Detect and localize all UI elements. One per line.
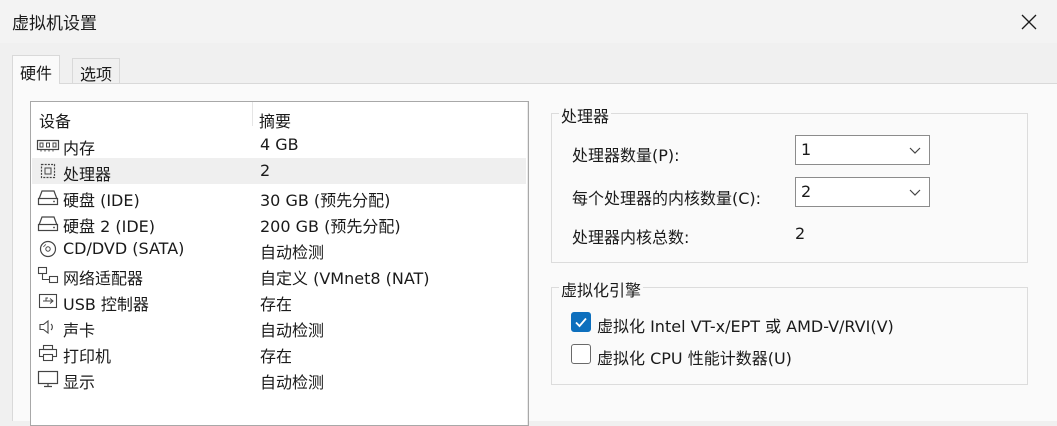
tab-strip: 硬件 选项: [0, 43, 1057, 84]
device-name: 显示: [63, 373, 96, 392]
printer-icon: [38, 344, 58, 362]
cd-dvd-icon: [39, 240, 57, 258]
chevron-down-icon: [909, 147, 921, 154]
hard-disk-icon: [37, 190, 59, 206]
display-icon: [37, 370, 59, 388]
close-icon: [1021, 14, 1037, 29]
sound-icon: [39, 319, 53, 335]
total-cores-value: 2: [795, 224, 806, 243]
cores-per-processor-value: 2: [801, 182, 812, 201]
device-name: 处理器: [63, 165, 112, 184]
cores-per-processor-label: 每个处理器的内核数量(C):: [572, 189, 762, 208]
device-row-hard-disk-2[interactable]: 硬盘 2 (IDE) 200 GB (预先分配): [32, 210, 526, 236]
device-summary: 存在: [260, 347, 293, 366]
processor-icon: [40, 163, 56, 179]
device-name: 网络适配器: [63, 269, 144, 288]
device-name: 硬盘 2 (IDE): [63, 217, 155, 236]
processor-count-select[interactable]: 1: [795, 135, 930, 165]
memory-icon: [36, 139, 60, 152]
total-cores-label: 处理器内核总数:: [572, 228, 690, 247]
hard-disk-icon: [37, 216, 59, 232]
device-row-printer[interactable]: 打印机 存在: [32, 340, 526, 366]
device-row-processor[interactable]: 处理器 2: [32, 158, 526, 184]
chevron-down-icon: [909, 189, 921, 196]
device-name: USB 控制器: [63, 295, 149, 314]
device-row-display[interactable]: 显示 自动检测: [32, 366, 526, 392]
device-summary: 30 GB (预先分配): [260, 191, 391, 210]
device-row-sound-card[interactable]: 声卡 自动检测: [32, 314, 526, 340]
cores-per-processor-select[interactable]: 2: [795, 177, 930, 207]
cpu-perf-counter-checkbox[interactable]: [571, 344, 591, 364]
device-summary: 自动检测: [260, 373, 325, 392]
processor-group-title: 处理器: [559, 103, 612, 127]
tab-hardware[interactable]: 硬件: [12, 55, 61, 84]
device-name: 内存: [63, 139, 96, 158]
device-summary: 2: [260, 161, 271, 180]
window-title: 虚拟机设置: [12, 14, 97, 34]
device-summary: 存在: [260, 295, 293, 314]
device-name: 硬盘 (IDE): [63, 191, 140, 210]
close-button[interactable]: [1001, 0, 1057, 43]
device-name: 打印机: [63, 347, 112, 366]
device-row-cd-dvd[interactable]: CD/DVD (SATA) 自动检测: [32, 236, 526, 262]
column-divider[interactable]: [252, 102, 253, 126]
device-name: 声卡: [63, 321, 96, 340]
device-row-memory[interactable]: 内存 4 GB: [32, 132, 526, 158]
device-column-header[interactable]: 设备: [39, 108, 71, 132]
vtx-checkbox[interactable]: [571, 312, 591, 332]
summary-column-header[interactable]: 摘要: [259, 108, 291, 132]
device-summary: 自定义 (VMnet8 (NAT): [260, 269, 430, 288]
device-row-hard-disk[interactable]: 硬盘 (IDE) 30 GB (预先分配): [32, 184, 526, 210]
device-summary: 自动检测: [260, 321, 325, 340]
usb-icon: [38, 293, 58, 309]
virtualization-group-title: 虚拟化引擎: [559, 277, 644, 301]
device-list[interactable]: 设备 摘要 内存 4 GB 处理器 2 硬盘 (IDE) 30 GB (预先分配…: [30, 101, 529, 426]
tab-options[interactable]: 选项: [72, 58, 121, 84]
processor-count-label: 处理器数量(P):: [572, 146, 680, 165]
device-row-network-adapter[interactable]: 网络适配器 自定义 (VMnet8 (NAT): [32, 262, 526, 288]
checkmark-icon: [575, 317, 587, 328]
processor-count-value: 1: [801, 140, 812, 159]
network-adapter-icon: [37, 266, 59, 284]
list-edge: [527, 102, 528, 425]
vtx-option-label[interactable]: 虚拟化 Intel VT-x/EPT 或 AMD-V/RVI(V): [597, 313, 894, 337]
title-bar: 虚拟机设置: [0, 0, 1057, 43]
device-name: CD/DVD (SATA): [63, 239, 185, 258]
cpu-perf-counter-option-label[interactable]: 虚拟化 CPU 性能计数器(U): [597, 345, 792, 369]
device-summary: 4 GB: [260, 135, 299, 154]
device-summary: 200 GB (预先分配): [260, 217, 401, 236]
device-summary: 自动检测: [260, 243, 325, 262]
device-row-usb[interactable]: USB 控制器 存在: [32, 288, 526, 314]
